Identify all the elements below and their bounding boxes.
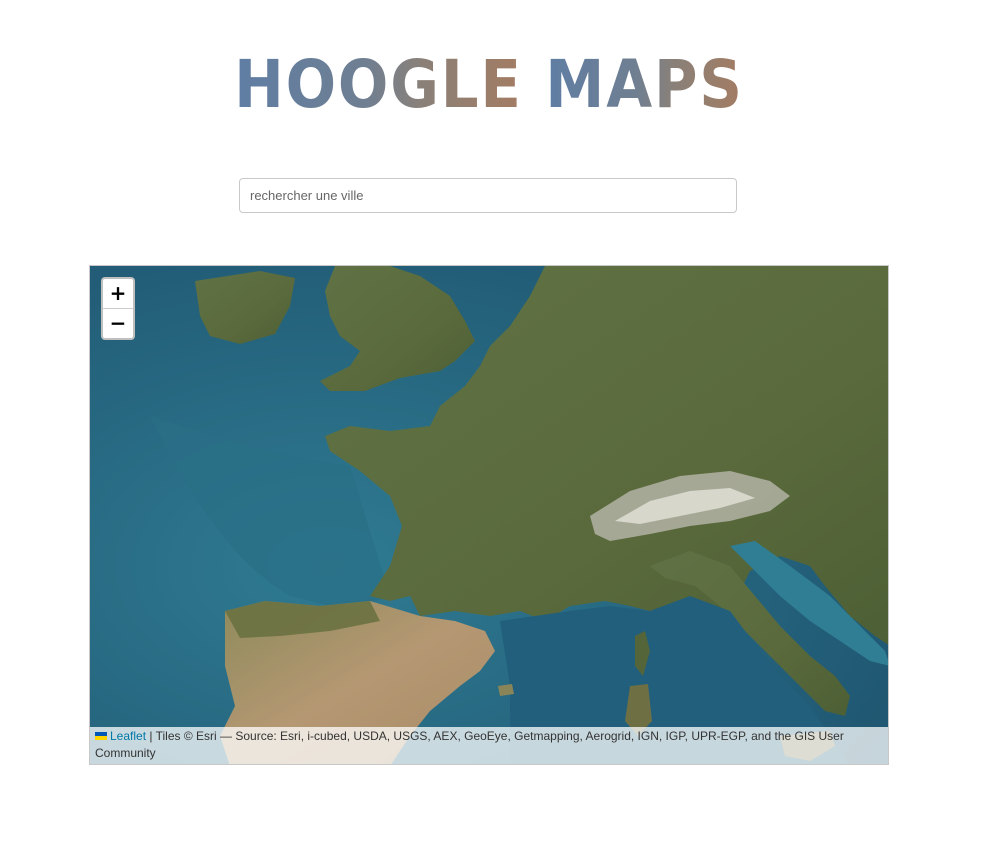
satellite-tiles[interactable]	[90, 266, 889, 765]
zoom-in-button[interactable]: +	[103, 279, 133, 309]
zoom-out-button[interactable]: −	[103, 309, 133, 338]
zoom-control: + −	[101, 277, 135, 340]
logo-word-maps: MAPS	[545, 46, 744, 123]
ukraine-flag-icon	[95, 732, 107, 740]
leaflet-link[interactable]: Leaflet	[110, 729, 146, 743]
attribution-separator: |	[149, 729, 153, 743]
map-attribution: Leaflet | Tiles © Esri — Source: Esri, i…	[90, 727, 888, 764]
logo-word-hoogle: HOOGLE	[234, 46, 523, 123]
attribution-text: Tiles © Esri — Source: Esri, i-cubed, US…	[95, 729, 844, 760]
app-logo: HOOGLE MAPS	[49, 46, 929, 124]
city-search-input[interactable]	[239, 178, 737, 213]
map-container[interactable]: + − Leaflet | Tiles © Esri — Source: Esr…	[89, 265, 889, 765]
